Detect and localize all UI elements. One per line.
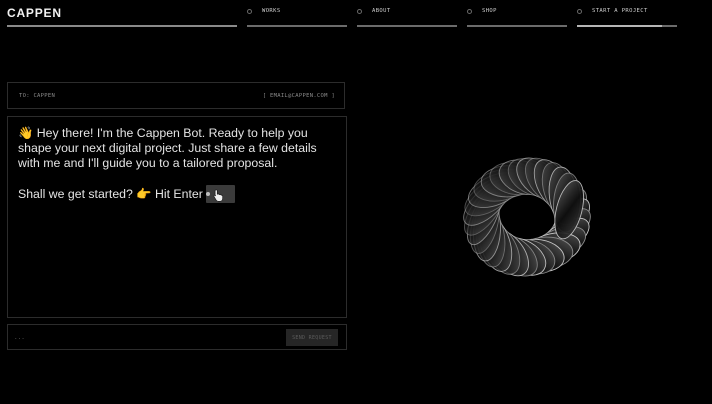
circle-icon [357, 9, 362, 14]
hand-pointer-icon [213, 189, 224, 202]
enter-key-dot [206, 192, 210, 196]
bot-message-line: shape your next digital project. Just sh… [18, 141, 317, 155]
message-input[interactable] [14, 329, 274, 345]
bot-message-line: with me and I'll guide you to a tailored… [18, 156, 278, 170]
nav-label-start-a-project: START A PROJECT [592, 8, 648, 14]
bot-message-line: 👋 Hey there! I'm the Cappen Bot. Ready t… [18, 126, 308, 140]
logo[interactable]: CAPPEN [7, 6, 62, 20]
nav-progress-bar [577, 25, 662, 27]
recipient-bar: TO: CAPPEN [ EMAIL@CAPPEN.COM ] [7, 82, 345, 109]
nav-label-about: ABOUT [372, 8, 391, 14]
email-link[interactable]: [ EMAIL@CAPPEN.COM ] [263, 93, 335, 99]
circle-icon [467, 9, 472, 14]
recipient-label: TO: CAPPEN [19, 93, 56, 99]
nav-label-shop: SHOP [482, 8, 497, 14]
circle-icon [247, 9, 252, 14]
circle-icon [577, 9, 582, 14]
send-request-button[interactable]: SEND REQUEST [286, 329, 338, 346]
message-input-bar: SEND REQUEST [7, 324, 347, 350]
nav-divider [467, 25, 567, 27]
bot-message: 👋 Hey there! I'm the Cappen Bot. Ready t… [18, 126, 338, 171]
nav-divider [247, 25, 347, 27]
torus-render-image [463, 157, 591, 277]
nav-label-works: WORKS [262, 8, 281, 14]
chat-panel: 👋 Hey there! I'm the Cappen Bot. Ready t… [7, 116, 347, 318]
logo-divider [7, 25, 237, 27]
nav-divider [357, 25, 457, 27]
bot-prompt: Shall we get started? 👉 Hit Enter [18, 187, 203, 201]
